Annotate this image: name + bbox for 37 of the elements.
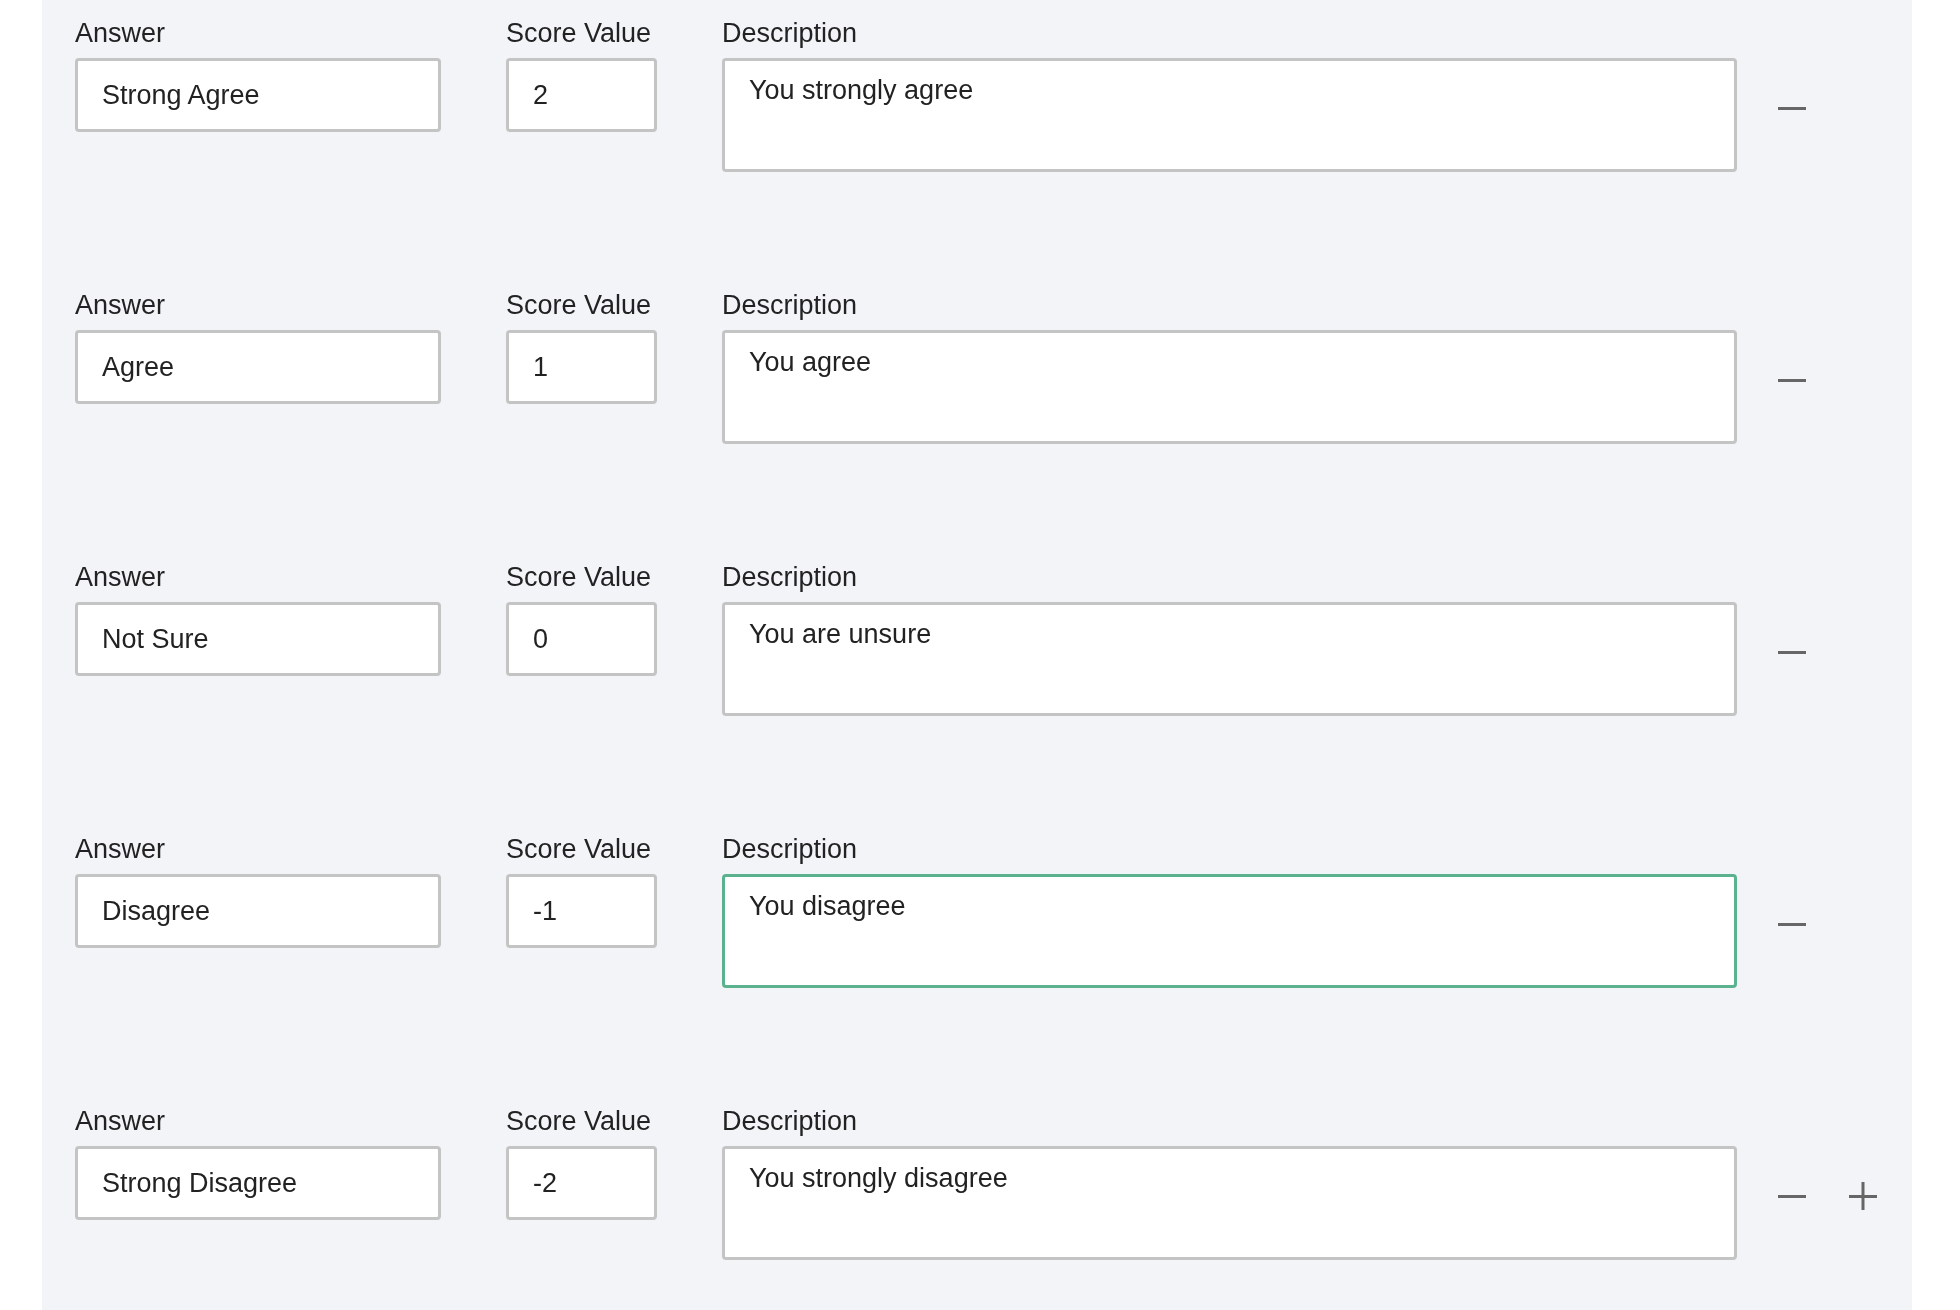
description-field[interactable]: You agree <box>722 330 1737 444</box>
plus-icon <box>1849 1182 1877 1210</box>
description-label: Description <box>722 562 858 592</box>
description-label: Description <box>722 290 858 320</box>
answer-label: Answer <box>75 834 166 864</box>
description-label: Description <box>722 18 858 48</box>
minus-icon <box>1778 650 1806 654</box>
score-label: Score Value <box>506 18 652 48</box>
description-label: Description <box>722 834 858 864</box>
score-label: Score Value <box>506 562 652 592</box>
minus-icon <box>1778 106 1806 110</box>
description-field[interactable]: You strongly agree <box>722 58 1737 172</box>
score-label: Score Value <box>506 1106 652 1136</box>
answer-field[interactable]: Agree <box>75 330 441 404</box>
description-field[interactable]: You are unsure <box>722 602 1737 716</box>
answer-label: Answer <box>75 562 166 592</box>
answer-field[interactable]: Strong Disagree <box>75 1146 441 1220</box>
description-field[interactable]: You strongly disagree <box>722 1146 1737 1260</box>
answer-field[interactable]: Not Sure <box>75 602 441 676</box>
description-field[interactable]: You disagree <box>722 874 1737 988</box>
minus-icon <box>1778 1194 1806 1198</box>
score-field[interactable]: 2 <box>506 58 657 132</box>
answer-label: Answer <box>75 1106 166 1136</box>
score-label: Score Value <box>506 290 652 320</box>
score-field[interactable]: -1 <box>506 874 657 948</box>
score-field[interactable]: 0 <box>506 602 657 676</box>
add-button[interactable] <box>1849 1182 1877 1210</box>
answer-field[interactable]: Disagree <box>75 874 441 948</box>
score-label: Score Value <box>506 834 652 864</box>
minus-icon <box>1778 922 1806 926</box>
description-label: Description <box>722 1106 858 1136</box>
answer-field[interactable]: Strong Agree <box>75 58 441 132</box>
answer-label: Answer <box>75 18 166 48</box>
score-field[interactable]: 1 <box>506 330 657 404</box>
answer-label: Answer <box>75 290 166 320</box>
minus-icon <box>1778 378 1806 382</box>
score-field[interactable]: -2 <box>506 1146 657 1220</box>
